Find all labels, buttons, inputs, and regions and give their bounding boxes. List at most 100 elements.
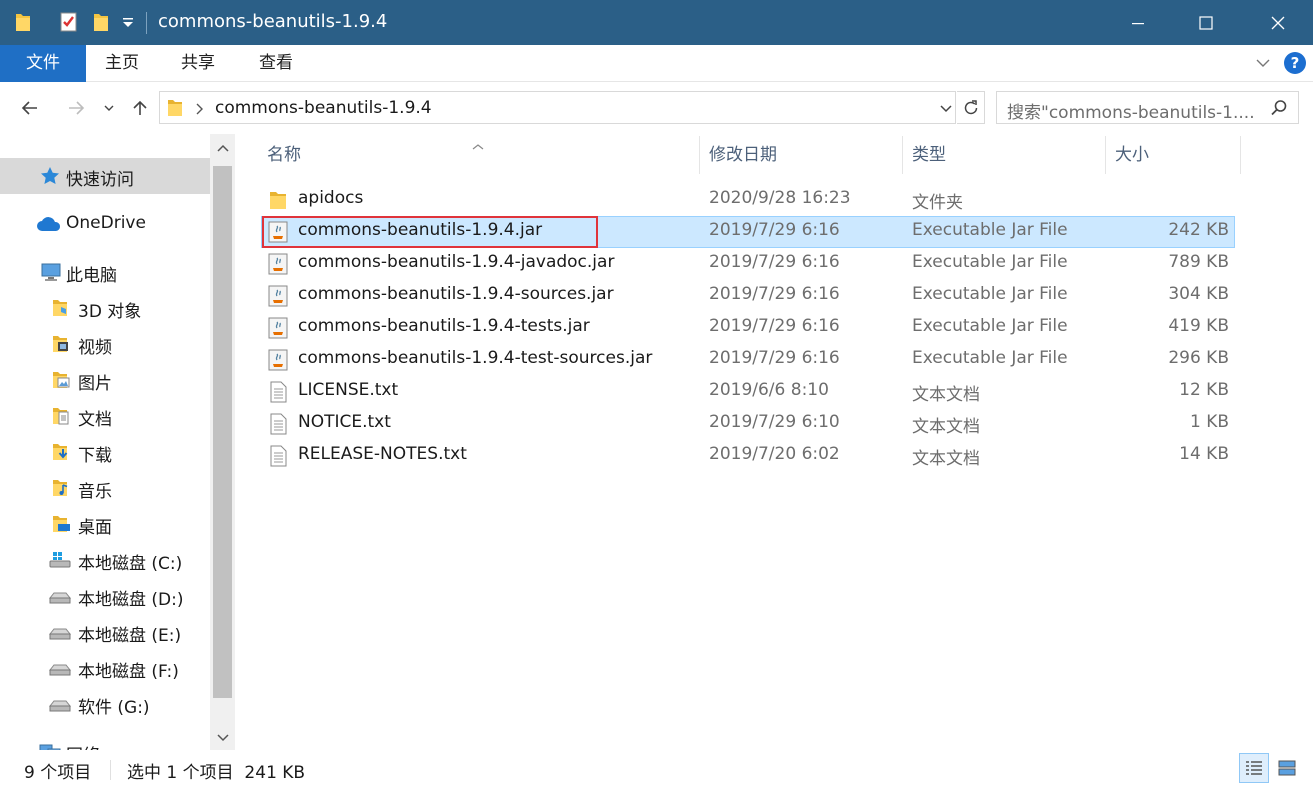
- properties-icon[interactable]: [58, 11, 80, 38]
- file-size: 789 KB: [1168, 252, 1229, 272]
- sidebar-item-pictures[interactable]: 图片: [0, 362, 210, 398]
- tab-view[interactable]: 查看: [259, 45, 293, 82]
- sidebar-item-3d-objects[interactable]: 3D 对象: [0, 290, 210, 326]
- folder-video-icon: [52, 334, 72, 359]
- up-button[interactable]: [126, 83, 154, 133]
- file-row[interactable]: commons-beanutils-1.9.4-test-sources.jar…: [261, 344, 1235, 376]
- file-row[interactable]: NOTICE.txt 2019/7/29 6:10 文本文档 1 KB: [261, 408, 1235, 440]
- sidebar-item-drive-g[interactable]: 软件 (G:): [0, 686, 210, 722]
- file-type: 文件夹: [912, 193, 963, 213]
- new-folder-icon[interactable]: [92, 11, 110, 38]
- tab-file[interactable]: 文件: [0, 45, 86, 82]
- refresh-button[interactable]: [957, 91, 985, 124]
- minimize-button[interactable]: [1115, 0, 1161, 45]
- column-divider[interactable]: [1240, 136, 1241, 174]
- recent-locations-button[interactable]: [100, 83, 118, 133]
- file-name: LICENSE.txt: [298, 380, 399, 400]
- file-type: Executable Jar File: [912, 348, 1068, 368]
- file-row[interactable]: RELEASE-NOTES.txt 2019/7/20 6:02 文本文档 14…: [261, 440, 1235, 472]
- sidebar-item-quick-access[interactable]: 快速访问: [0, 158, 210, 194]
- scroll-up-icon[interactable]: [210, 136, 235, 160]
- tab-share[interactable]: 共享: [181, 45, 215, 82]
- column-divider[interactable]: [1105, 136, 1106, 174]
- sidebar-item-documents[interactable]: 文档: [0, 398, 210, 434]
- folder-3d-icon: [52, 298, 72, 323]
- file-date: 2019/7/29 6:16: [709, 220, 840, 240]
- search-icon[interactable]: [1270, 99, 1288, 122]
- sidebar-item-downloads[interactable]: 下载: [0, 434, 210, 470]
- star-icon: [40, 166, 60, 191]
- column-header-date[interactable]: 修改日期: [709, 134, 777, 176]
- sidebar-item-label: 软件 (G:): [78, 698, 150, 718]
- sidebar-item-label: 图片: [78, 374, 112, 394]
- tab-home[interactable]: 主页: [105, 45, 139, 82]
- file-date: 2019/7/29 6:16: [709, 284, 840, 304]
- sidebar-item-music[interactable]: 音乐: [0, 470, 210, 506]
- file-list: 名称 修改日期 类型 大小 apidocs 2020/9/28 16:23 文件…: [236, 134, 1313, 750]
- file-date: 2019/7/29 6:16: [709, 348, 840, 368]
- column-header-size[interactable]: 大小: [1115, 134, 1149, 176]
- sidebar-item-label: 音乐: [78, 482, 112, 502]
- sidebar-item-drive-e[interactable]: 本地磁盘 (E:): [0, 614, 210, 650]
- details-view-button[interactable]: [1239, 753, 1269, 783]
- file-type: 文本文档: [912, 417, 980, 437]
- file-row[interactable]: LICENSE.txt 2019/6/6 8:10 文本文档 12 KB: [261, 376, 1235, 408]
- folder-icon: [166, 98, 184, 123]
- file-size: 304 KB: [1168, 284, 1229, 304]
- computer-icon: [40, 262, 62, 287]
- maximize-button[interactable]: [1183, 0, 1229, 45]
- file-row[interactable]: commons-beanutils-1.9.4-javadoc.jar 2019…: [261, 248, 1235, 280]
- sidebar-item-onedrive[interactable]: OneDrive: [0, 206, 210, 242]
- breadcrumb[interactable]: commons-beanutils-1.9.4: [215, 98, 432, 118]
- file-type: Executable Jar File: [912, 220, 1068, 240]
- drive-icon: [48, 658, 72, 683]
- search-input[interactable]: 搜索"commons-beanutils-1....: [1007, 98, 1263, 123]
- sidebar-item-label: 本地磁盘 (F:): [78, 662, 179, 682]
- scroll-down-icon[interactable]: [210, 726, 235, 750]
- file-size: 14 KB: [1179, 444, 1229, 464]
- file-size: 12 KB: [1179, 380, 1229, 400]
- file-name: apidocs: [298, 188, 364, 208]
- column-header-name[interactable]: 名称: [267, 134, 301, 176]
- search-box[interactable]: 搜索"commons-beanutils-1....: [996, 91, 1299, 124]
- file-name: commons-beanutils-1.9.4-test-sources.jar: [298, 348, 653, 368]
- breadcrumb-chevron-icon[interactable]: [194, 101, 206, 121]
- back-button[interactable]: [14, 83, 46, 133]
- sidebar-item-label: 本地磁盘 (E:): [78, 626, 182, 646]
- file-row[interactable]: commons-beanutils-1.9.4-tests.jar 2019/7…: [261, 312, 1235, 344]
- large-icons-view-button[interactable]: [1272, 753, 1302, 783]
- jar-icon: [268, 317, 288, 344]
- expand-ribbon-icon[interactable]: [1254, 54, 1272, 77]
- quick-access-dropdown-icon[interactable]: [121, 15, 135, 35]
- jar-icon: [268, 253, 288, 280]
- address-bar[interactable]: commons-beanutils-1.9.4: [159, 91, 956, 124]
- sidebar-item-label: 本地磁盘 (D:): [78, 590, 184, 610]
- folder-icon: [268, 189, 288, 216]
- sidebar-item-desktop[interactable]: 桌面: [0, 506, 210, 542]
- sidebar-item-label: 本地磁盘 (C:): [78, 554, 183, 574]
- sidebar-scrollbar[interactable]: [210, 134, 235, 750]
- file-row[interactable]: commons-beanutils-1.9.4-sources.jar 2019…: [261, 280, 1235, 312]
- sidebar-item-drive-c[interactable]: 本地磁盘 (C:): [0, 542, 210, 578]
- sidebar-item-network[interactable]: 网络: [0, 734, 210, 750]
- sidebar-item-videos[interactable]: 视频: [0, 326, 210, 362]
- close-button[interactable]: [1255, 0, 1301, 45]
- column-divider[interactable]: [902, 136, 903, 174]
- scrollbar-thumb[interactable]: [213, 166, 232, 698]
- sidebar-item-this-pc[interactable]: 此电脑: [0, 254, 210, 290]
- file-row[interactable]: apidocs 2020/9/28 16:23 文件夹: [261, 184, 1235, 216]
- jar-icon: [268, 349, 288, 376]
- forward-button[interactable]: [60, 83, 92, 133]
- ribbon: 文件 主页 共享 查看: [0, 45, 1313, 82]
- column-header-type[interactable]: 类型: [912, 134, 946, 176]
- sidebar-item-drive-d[interactable]: 本地磁盘 (D:): [0, 578, 210, 614]
- column-divider[interactable]: [699, 136, 700, 174]
- address-history-dropdown-icon[interactable]: [935, 101, 957, 121]
- sidebar-item-drive-f[interactable]: 本地磁盘 (F:): [0, 650, 210, 686]
- help-button[interactable]: ?: [1284, 52, 1306, 74]
- file-name: NOTICE.txt: [298, 412, 391, 432]
- file-date: 2019/7/29 6:16: [709, 252, 840, 272]
- folder-documents-icon: [52, 406, 72, 431]
- file-type: Executable Jar File: [912, 284, 1068, 304]
